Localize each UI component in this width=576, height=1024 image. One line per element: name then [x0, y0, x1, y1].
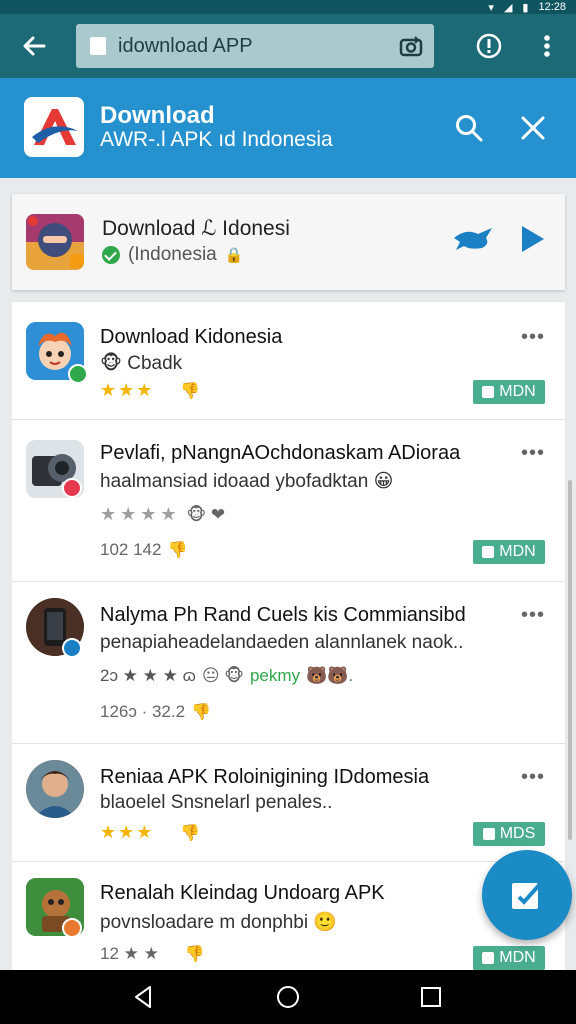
more-options-icon[interactable]: ••• — [521, 326, 545, 349]
list-item[interactable]: Renalah Kleindag Undoarg APK povnsloadar… — [12, 862, 565, 970]
app-subtitle: AWR-.l APK ıd Indonesia — [100, 128, 333, 151]
rating-stars: 2ɔ ★ ★ ★ ɷ — [100, 666, 196, 685]
url-input[interactable]: idownload APP — [76, 24, 434, 68]
nav-back-icon[interactable] — [130, 984, 156, 1010]
item-desc: Cbadk — [127, 353, 183, 374]
item-meta: 12 ★ ★ 👎 — [100, 944, 205, 964]
nav-recents-icon[interactable] — [418, 984, 444, 1010]
thumbs-icon: 👎 — [180, 824, 201, 842]
list-item[interactable]: Download Kidonesia 🐵 Cbadk ★★★ 👎 ••• MDN — [12, 302, 565, 420]
item-desc: blaoelel Snsnelarl penales.. — [100, 792, 333, 813]
list-item[interactable]: Pevlafi, pNangnAOchdonaskam ADioraa haal… — [12, 420, 565, 582]
rating-stars: ★★★★ — [100, 504, 181, 524]
rating-stars: 12 ★ ★ — [100, 944, 159, 963]
reload-icon[interactable] — [398, 33, 424, 59]
thumbs-icon: 👎 — [180, 382, 201, 400]
item-desc-row: 🐵 Cbadk — [100, 352, 182, 375]
item-stats: 102 142 👎 — [100, 540, 187, 560]
list-item[interactable]: Reniaa APK Roloinigining IDdomesia blaoe… — [12, 744, 565, 862]
thumbs-icon: 👎 — [167, 542, 188, 559]
more-options-icon[interactable]: ••• — [521, 604, 545, 627]
app-title: Download — [100, 102, 215, 129]
item-count: 126ɔ · 32.2 — [100, 702, 186, 721]
page-icon — [90, 37, 106, 55]
emoji-icon: 😐 🐵 — [201, 666, 244, 685]
badge-icon — [482, 828, 495, 840]
emoji-icon: 🐵 — [100, 353, 122, 374]
smile-icon: 😀 — [373, 471, 394, 492]
item-title: Pevlafi, pNangnAOchdonaskam ADioraa — [100, 442, 461, 464]
status-time: 12:28 — [538, 1, 566, 13]
item-meta: ★★★ 👎 — [100, 822, 200, 843]
item-count: 102 142 — [100, 540, 162, 559]
status-bar: ▾ ◢ ▮ 12:28 — [0, 0, 576, 14]
system-nav-bar — [0, 970, 576, 1024]
app-list: Download Kidonesia 🐵 Cbadk ★★★ 👎 ••• MDN… — [12, 302, 565, 970]
list-item[interactable]: Nalyma Ph Rand Cuels kis Commiansibd pen… — [12, 582, 565, 744]
verified-badge-icon — [68, 364, 88, 384]
app-logo — [24, 97, 84, 157]
item-meta: 2ɔ ★ ★ ★ ɷ 😐 🐵 pekmy 🐻🐻. — [100, 666, 353, 686]
item-meta: ★★★★ 🐵 ❤ — [100, 504, 225, 525]
item-desc-row: povnsloadare m donphbi 🙂 — [100, 910, 337, 934]
browser-toolbar: idownload APP — [0, 14, 576, 78]
emoji-icon: 🐵 ❤ — [186, 504, 226, 524]
item-title: Download Kidonesia — [100, 326, 283, 348]
thumbs-icon: 👎 — [191, 704, 211, 721]
item-tag: pekmy — [249, 666, 301, 685]
play-icon[interactable] — [520, 224, 546, 254]
compose-fab-button[interactable] — [482, 850, 572, 940]
mdn-badge[interactable]: MDN — [473, 946, 545, 970]
emoji-icon: 🐻🐻. — [306, 666, 354, 685]
lock-icon: 🔒 — [224, 247, 244, 264]
overflow-menu-icon[interactable] — [532, 31, 562, 61]
featured-title: Download ℒ Idonesi — [102, 217, 290, 240]
close-icon[interactable] — [518, 113, 548, 143]
item-meta: ★★★ 👎 — [100, 380, 200, 401]
badge-icon — [482, 546, 495, 558]
item-title: Reniaa APK Roloinigining IDdomesia — [100, 766, 430, 788]
more-options-icon[interactable]: ••• — [521, 442, 545, 465]
url-text: idownload APP — [118, 34, 253, 57]
more-options-icon[interactable]: ••• — [521, 766, 545, 789]
scrollbar[interactable] — [568, 480, 572, 840]
wifi-icon: ▾ — [488, 1, 494, 14]
smile-icon: 🙂 — [313, 912, 338, 933]
item-desc: povnsloadare m donphbi — [100, 912, 309, 933]
item-desc: penapiaheadelandaeden alannlanek naok.. — [100, 632, 464, 653]
mdn-badge[interactable]: MDN — [473, 540, 545, 564]
nav-home-icon[interactable] — [275, 984, 301, 1010]
status-icons: ▾ ◢ ▮ 12:28 — [488, 0, 566, 14]
featured-subtitle: (Indonesia — [128, 244, 217, 265]
search-icon[interactable] — [454, 113, 484, 143]
app-icon — [26, 760, 84, 818]
item-stats: 126ɔ · 32.2 👎 — [100, 702, 211, 722]
item-title: Nalyma Ph Rand Cuels kis Commiansibd — [100, 604, 466, 626]
featured-card[interactable]: Download ℒ Idonesi (Indonesia 🔒 — [12, 194, 565, 290]
alert-icon[interactable] — [474, 31, 504, 61]
edit-icon — [512, 881, 543, 909]
item-desc: haalmansiad idoaad ybofadktan — [100, 471, 369, 492]
signal-icon: ◢ — [503, 1, 513, 14]
battery-icon: ▮ — [522, 1, 529, 14]
thumbs-icon: 👎 — [184, 946, 205, 963]
app-badge-icon — [62, 478, 82, 498]
app-badge-icon — [62, 918, 82, 938]
rating-stars: ★★★ — [100, 822, 155, 842]
verified-badge-icon — [62, 638, 82, 658]
rating-stars: ★★★ — [100, 380, 155, 400]
mdn-badge[interactable]: MDS — [473, 822, 545, 846]
verified-check-icon — [102, 246, 120, 264]
bird-icon — [452, 224, 494, 254]
badge-icon — [482, 952, 495, 964]
back-arrow-icon[interactable] — [18, 30, 50, 62]
badge-icon — [482, 386, 495, 398]
item-desc-row: haalmansiad idoaad ybofadktan 😀 — [100, 470, 393, 493]
featured-subtitle-row: (Indonesia 🔒 — [102, 244, 243, 266]
item-title: Renalah Kleindag Undoarg APK — [100, 882, 385, 904]
featured-app-icon — [26, 214, 84, 270]
app-header: Download AWR-.l APK ıd Indonesia — [0, 78, 576, 178]
mdn-badge[interactable]: MDN — [473, 380, 545, 404]
